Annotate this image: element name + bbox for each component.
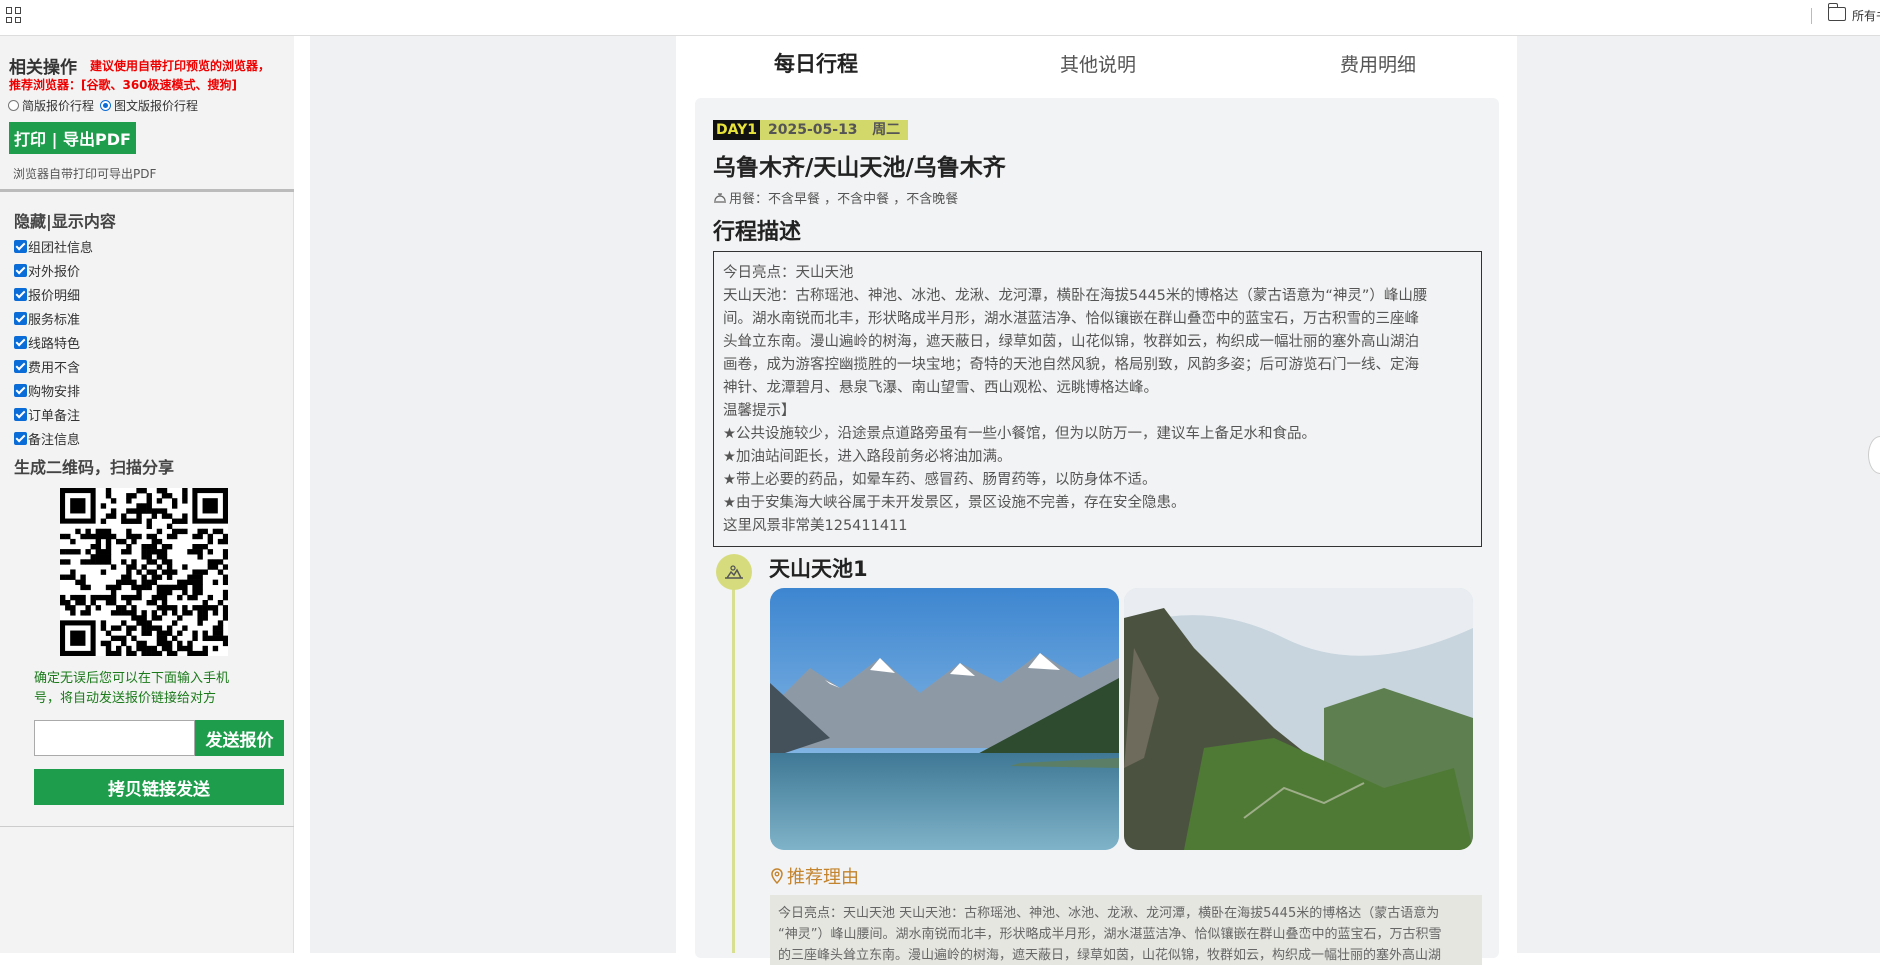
folder-icon[interactable] [1827,3,1846,21]
bookmarks-label[interactable]: 所有书签 [1852,7,1880,24]
itinerary-mode-radios: 简版报价行程 图文版报价行程 [8,97,198,114]
timeline-line [732,584,735,953]
checkbox[interactable] [14,407,27,421]
day-badge: DAY1 2025-05-13 周二 [713,120,909,140]
tab-cost-details[interactable]: 费用明细 [1340,50,1416,77]
checkbox[interactable] [14,335,27,349]
gutter [295,36,310,953]
radio-detail-label[interactable]: 图文版报价行程 [114,97,198,114]
reason-line: 今日亮点：天山天池 天山天池：古称瑶池、神池、冰池、龙湫、龙河潭，横卧在海拔54… [778,906,1440,921]
print-note: 浏览器自带打印可导出PDF [13,167,157,181]
desc-line: 这里风景非常美125411411 [723,518,908,534]
desc-line: ★带上必要的药品，如晕车药、感冒药、肠胃药等，以防身体不适。 [723,472,1157,488]
radio-detail[interactable] [100,100,112,111]
toggle-label: 备注信息 [28,432,81,448]
day-number: DAY1 [713,120,760,140]
meal-text: 用餐：不含早餐 ，不含中餐 ，不含晚餐 [729,192,959,207]
tab-daily-itinerary[interactable]: 每日行程 [774,48,858,81]
reason-title: 推荐理由 [787,867,859,888]
phone-input[interactable] [34,720,195,756]
toggle-list: 组团社信息 对外报价 报价明细 服务标准 线路特色 费用不含 购物安排 订单备注… [14,234,93,450]
toggle-section-title: 隐藏|显示内容 [14,212,116,231]
recommend-reason-heading: 推荐理由 [770,863,859,889]
checkbox[interactable] [14,383,27,397]
toggle-label: 费用不含 [28,360,81,376]
operations-panel: 相关操作 建议使用自带打印预览的浏览器， 推荐浏览器：[谷歌、360极速模式、搜… [0,36,294,192]
itinerary-tabs: 每日行程 其他说明 费用明细 [676,36,1517,86]
toggle-label: 购物安排 [28,384,81,400]
radio-simple[interactable] [8,100,19,111]
toggle-item[interactable]: 对外报价 [14,258,93,282]
qr-section-title: 生成二维码，扫描分享 [14,458,175,477]
desc-line: ★公共设施较少，沿途景点道路旁虽有一些小餐馆，但为以防万一，建议车上备足水和食品… [723,426,1316,442]
date-text: 2025-05-13 [768,122,858,138]
share-qr-code [60,488,228,656]
lake-photo[interactable] [770,588,1119,850]
desc-line: 间。湖水南锐而北丰，形状略成半月形，湖水湛蓝洁净、恰似镶嵌在群山叠峦中的蓝宝石，… [723,311,1419,327]
reason-line: “神灵”）峰山腰间。湖水南锐而北丰，形状略成半月形，湖水湛蓝洁净、恰似镶嵌在群山… [778,927,1442,942]
toggle-item[interactable]: 线路特色 [14,330,93,354]
sidebar: 相关操作 建议使用自带打印预览的浏览器， 推荐浏览器：[谷歌、360极速模式、搜… [0,36,294,953]
tab-other-notes[interactable]: 其他说明 [1060,50,1136,77]
desc-line: 今日亮点：天山天池 [723,265,854,281]
copy-link-button[interactable]: 拷贝链接发送 [34,769,284,805]
operations-title: 相关操作 [9,58,77,78]
desc-line: ★由于安集海大峡谷属于未开发景区，景区设施不完善，存在安全隐患。 [723,495,1186,511]
reason-line: 的三座峰头耸立东南。漫山遍岭的树海，遮天蔽日，绿草如茵，山花似锦，牧群如云，构织… [778,948,1442,963]
sidebar-divider [0,826,294,827]
scenic-spot-title: 天山天池1 [769,557,868,581]
send-quote-button[interactable]: 发送报价 [195,720,284,756]
desc-line: ★加油站间距长，进入路段前务必将油加满。 [723,449,1012,465]
day-route: 乌鲁木齐/天山天池/乌鲁木齐 [713,155,1006,181]
checkbox[interactable] [14,263,27,277]
location-pin-icon [771,868,783,884]
desc-line: 头耸立东南。漫山遍岭的树海，遮天蔽日，绿草如茵，山花似锦，牧群如云，构织成一幅壮… [723,334,1419,350]
toggle-label: 组团社信息 [28,240,94,256]
checkbox[interactable] [14,431,27,445]
send-instructions: 确定无误后您可以在下面输入手机号，将自动发送报价链接给对方 [34,671,230,706]
weekday-text: 周二 [872,122,901,138]
toggle-label: 对外报价 [28,264,81,280]
print-export-button[interactable]: 打印 | 导出PDF [9,122,136,154]
checkbox[interactable] [14,239,27,253]
toggle-item[interactable]: 备注信息 [14,426,93,450]
desc-line: 神针、龙潭碧月、悬泉飞瀑、南山望雪、西山观松、远眺博格达峰。 [723,380,1158,396]
desc-line: 画卷，成为游客控幽揽胜的一块宝地；奇特的天池自然风貌，格局别致，风韵多姿；后可游… [723,357,1419,373]
desc-line: 天山天池：古称瑶池、神池、冰池、龙湫、龙河潭，横卧在海拔5445米的博格达（蒙古… [723,288,1428,304]
day-date: 2025-05-13 周二 [760,120,909,140]
mountain-photo[interactable] [1124,588,1473,850]
browser-recommendation: 推荐浏览器：[谷歌、360极速模式、搜狗] [9,78,238,92]
scenic-spot-icon [716,554,752,590]
checkbox[interactable] [14,311,27,325]
toggle-item[interactable]: 购物安排 [14,378,93,402]
apps-grid-icon[interactable] [6,7,22,23]
toggle-item[interactable]: 订单备注 [14,402,93,426]
checkbox[interactable] [14,359,27,373]
description-box: 今日亮点：天山天池 天山天池：古称瑶池、神池、冰池、龙湫、龙河潭，横卧在海拔54… [713,251,1482,547]
radio-simple-label[interactable]: 简版报价行程 [22,97,94,114]
toggle-item[interactable]: 组团社信息 [14,234,93,258]
description-title: 行程描述 [713,220,802,245]
toggle-label: 订单备注 [28,408,81,424]
meal-info: 用餐：不含早餐 ，不含中餐 ，不含晚餐 [713,188,958,207]
toolbar-separator [1811,8,1812,24]
toggle-item[interactable]: 服务标准 [14,306,93,330]
toggle-label: 报价明细 [28,288,81,304]
browser-warning: 建议使用自带打印预览的浏览器， [90,59,271,73]
desc-line: 温馨提示】 [723,403,796,419]
reason-text-box: 今日亮点：天山天池 天山天池：古称瑶池、神池、冰池、龙湫、龙河潭，横卧在海拔54… [770,895,1482,965]
browser-toolbar: 所有书签 [0,0,1880,36]
meal-icon [714,193,726,203]
toggle-label: 线路特色 [28,336,81,352]
toggle-label: 服务标准 [28,312,81,328]
toggle-item[interactable]: 报价明细 [14,282,93,306]
toggle-item[interactable]: 费用不含 [14,354,93,378]
checkbox[interactable] [14,287,27,301]
